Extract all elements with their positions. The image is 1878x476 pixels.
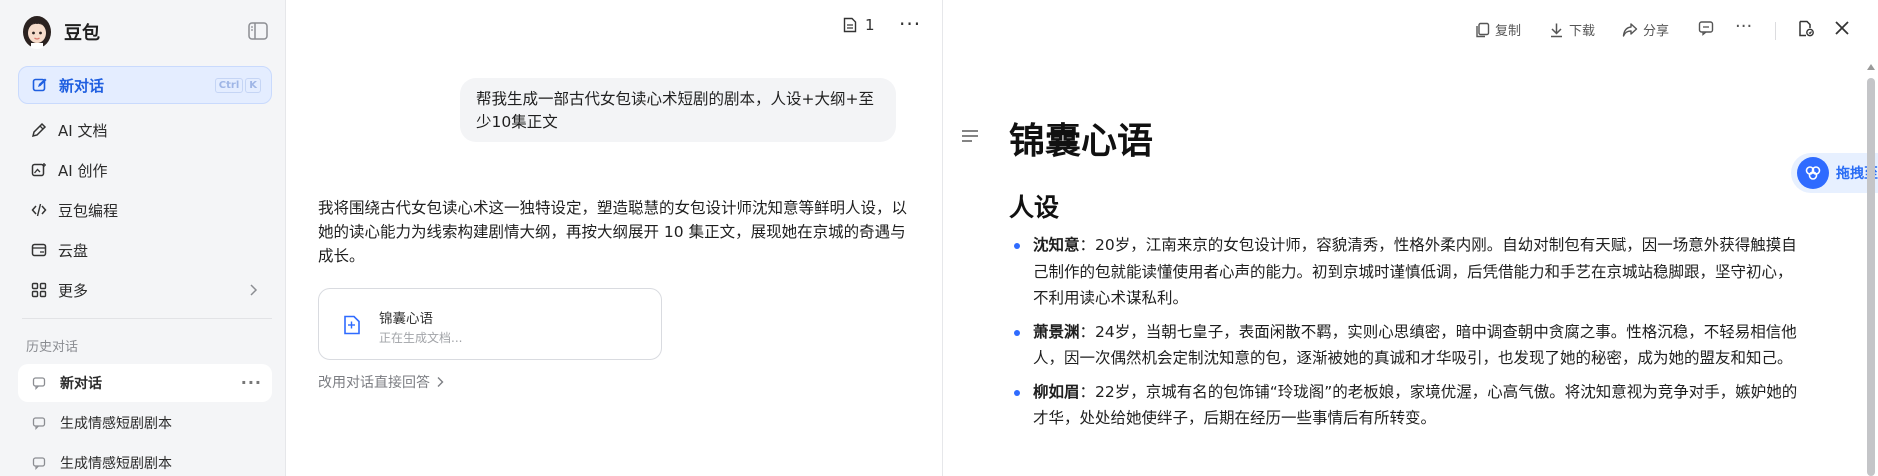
copy-label: 复制 [1495,24,1522,39]
history-item-label: 新对话 [60,376,102,392]
chat-panel: 1 ··· 帮我生成一部古代女包读心术短剧的剧本，人设+大纲+至少10集正文 我… [287,0,941,476]
app-window: 豆包 新对话 Ctrl K AI 文档 AI 创作 豆包编程 云盘 更多 历史对… [0,0,1878,476]
more-options-icon[interactable]: ··· [241,373,262,392]
share-icon [1622,22,1638,37]
more-options-icon[interactable]: ··· [899,12,921,36]
sidebar: 豆包 新对话 Ctrl K AI 文档 AI 创作 豆包编程 云盘 更多 历史对… [0,0,286,476]
grid-icon [30,281,48,299]
character-desc: ：20岁，江南来京的女包设计师，容貌清秀，性格外柔内刚。自幼对制包有天赋，因一场… [1033,236,1797,307]
scroll-thumb[interactable] [1867,78,1875,476]
assistant-message: 我将围绕古代女包读心术这一独特设定，塑造聪慧的女包设计师沈知意等鲜明人设，以她的… [318,199,908,265]
brand-name: 豆包 [64,23,100,44]
shortcut-key: Ctrl [214,78,244,93]
chevron-right-icon [248,283,258,301]
brand[interactable]: 豆包 [22,14,100,50]
doc-count-button[interactable]: 1 [843,16,875,34]
character-name: 柳如眉 [1033,382,1080,401]
close-button[interactable] [1834,20,1855,36]
copy-icon [1476,22,1490,37]
document-toolbar: 复制 下载 分享 ··· [942,0,1878,60]
image-create-icon [30,161,48,179]
shortcut-key: K [245,78,261,93]
sidebar-item-label: 新对话 [59,76,105,95]
sidebar-item-cloud-drive[interactable]: 云盘 [18,231,272,269]
character-name: 沈知意 [1033,236,1080,254]
sidebar-item-ai-create[interactable]: AI 创作 [18,151,272,189]
comment-button[interactable] [1698,20,1719,36]
section-heading: 人设 [1009,193,1060,222]
download-icon [1551,23,1562,37]
switch-to-chat-link[interactable]: 改用对话直接回答 [318,372,444,392]
document-card-status: 正在生成文档... [379,331,463,345]
cloud-link-icon [1797,157,1829,189]
export-doc-button[interactable] [1798,20,1819,37]
history-item[interactable]: 新对话 ··· [18,364,272,402]
shortcut-hint: Ctrl K [214,78,261,93]
history-item[interactable]: 生成情感短剧剧本 [18,404,272,442]
scrollbar[interactable] [1866,62,1876,476]
code-icon [30,201,48,219]
download-label: 下载 [1569,24,1596,39]
chat-bubble-icon [32,456,46,470]
copy-button[interactable]: 复制 [1475,20,1521,39]
sidebar-item-coding[interactable]: 豆包编程 [18,191,272,229]
sidebar-item-label: 更多 [58,281,89,300]
switch-link-label: 改用对话直接回答 [318,375,430,391]
document-title: 锦囊心语 [1009,121,1154,162]
toolbar-divider [1775,22,1776,40]
character-desc: ：24岁，当朝七皇子，表面闲散不羁，实则心思缜密，暗中调查朝中贪腐之事。性格沉稳… [1033,322,1797,368]
sidebar-item-label: AI 文档 [58,121,108,140]
sidebar-item-more[interactable]: 更多 [18,271,272,309]
more-options-icon[interactable]: ··· [1735,16,1752,37]
sidebar-item-label: 豆包编程 [58,201,119,220]
character-item: 沈知意：20岁，江南来京的女包设计师，容貌清秀，性格外柔内刚。自幼对制包有天赋，… [1009,232,1799,312]
doc-count: 1 [865,16,875,34]
sidebar-item-label: AI 创作 [58,161,108,180]
share-label: 分享 [1643,24,1670,39]
share-button[interactable]: 分享 [1622,20,1669,39]
cloud-drive-icon [30,241,48,259]
sidebar-item-ai-doc[interactable]: AI 文档 [18,111,272,149]
edit-icon [31,76,49,94]
collapse-sidebar-icon[interactable] [248,22,268,40]
sidebar-item-label: 云盘 [58,241,89,260]
outline-list-icon[interactable] [961,128,979,147]
comment-icon [1698,21,1714,36]
character-desc: ：22岁，京城有名的包饰铺“玲珑阁”的老板娘，家境优渥，心高气傲。将沈知意视为竞… [1033,382,1798,428]
document-card-title: 锦囊心语 [379,311,433,327]
pen-icon [30,121,48,139]
character-name: 萧景渊 [1033,322,1080,341]
chat-bubble-icon [32,416,46,430]
scroll-up-arrow-icon[interactable] [1867,64,1875,70]
drag-drop-widget[interactable]: 拖拽至此 [1791,153,1878,193]
chevron-right-icon [436,376,444,388]
history-item-label: 生成情感短剧剧本 [60,456,172,472]
divider [22,318,272,319]
history-item[interactable]: 生成情感短剧剧本 [18,444,272,476]
avatar [22,15,52,49]
history-item-label: 生成情感短剧剧本 [60,416,172,432]
history-section-label: 历史对话 [26,340,79,355]
user-message: 帮我生成一部古代女包读心术短剧的剧本，人设+大纲+至少10集正文 [460,78,896,142]
document-panel: 复制 下载 分享 ··· 锦囊心语 人设 沈知意：20岁，江南来京的女包设计师，… [942,0,1878,476]
doc-edit-icon [343,315,361,339]
sidebar-item-new-chat[interactable]: 新对话 Ctrl K [18,66,272,104]
character-item: 萧景渊：24岁，当朝七皇子，表面闲散不羁，实则心思缜密，暗中调查朝中贪腐之事。性… [1009,319,1799,372]
character-item: 柳如眉：22岁，京城有名的包饰铺“玲珑阁”的老板娘，家境优渥，心高气傲。将沈知意… [1009,379,1799,432]
character-list: 沈知意：20岁，江南来京的女包设计师，容貌清秀，性格外柔内刚。自幼对制包有天赋，… [1009,232,1799,439]
download-button[interactable]: 下载 [1549,20,1595,39]
document-icon [843,17,857,33]
document-card[interactable]: 锦囊心语 正在生成文档... [318,288,662,360]
close-icon [1835,21,1849,35]
chat-bubble-icon [32,376,46,390]
doc-export-icon [1799,20,1814,37]
